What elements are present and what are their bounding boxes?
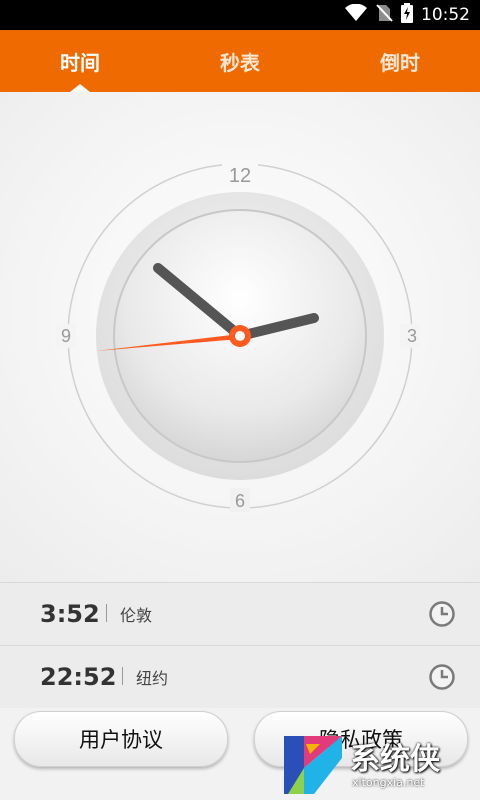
user-agreement-button[interactable]: 用户协议 (14, 711, 228, 767)
no-sim-icon (375, 4, 393, 26)
tab-active-indicator (70, 84, 90, 92)
tab-bar: 时间 秒表 倒时 (0, 30, 480, 92)
watermark-url: xitongxia.net (352, 776, 425, 789)
world-clock-city: 纽约 (136, 669, 169, 688)
battery-charging-icon (401, 3, 413, 27)
status-icons: 10:52 (345, 3, 470, 27)
tab-countdown[interactable]: 倒时 (320, 30, 480, 92)
dial-label-3: 3 (407, 326, 417, 346)
clock-icon[interactable] (428, 600, 456, 628)
dial-label-9: 9 (61, 326, 71, 346)
world-clock-city: 伦敦 (120, 606, 153, 625)
clock-icon[interactable] (428, 663, 456, 691)
watermark-logo-icon (284, 736, 342, 794)
analog-clock-area: 12 3 6 9 (0, 92, 480, 582)
world-clock-time: 3:52 (40, 600, 100, 628)
watermark: 系统侠 xitongxia.net (280, 726, 480, 800)
tab-stopwatch[interactable]: 秒表 (160, 30, 320, 92)
world-clock-row[interactable]: 3:52 伦敦 (0, 582, 480, 645)
separator (106, 604, 107, 622)
status-time: 10:52 (421, 5, 470, 25)
separator (122, 667, 123, 685)
world-clock-time: 22:52 (40, 663, 117, 691)
analog-clock: 12 3 6 9 (56, 162, 420, 512)
tab-time[interactable]: 时间 (0, 30, 160, 92)
dial-label-6: 6 (235, 491, 245, 511)
wifi-icon (345, 3, 367, 26)
dial-label-12: 12 (229, 165, 251, 187)
world-clock-row[interactable]: 22:52 纽约 (0, 645, 480, 708)
watermark-text: 系统侠 (350, 742, 440, 777)
status-bar: 10:52 (0, 0, 480, 30)
